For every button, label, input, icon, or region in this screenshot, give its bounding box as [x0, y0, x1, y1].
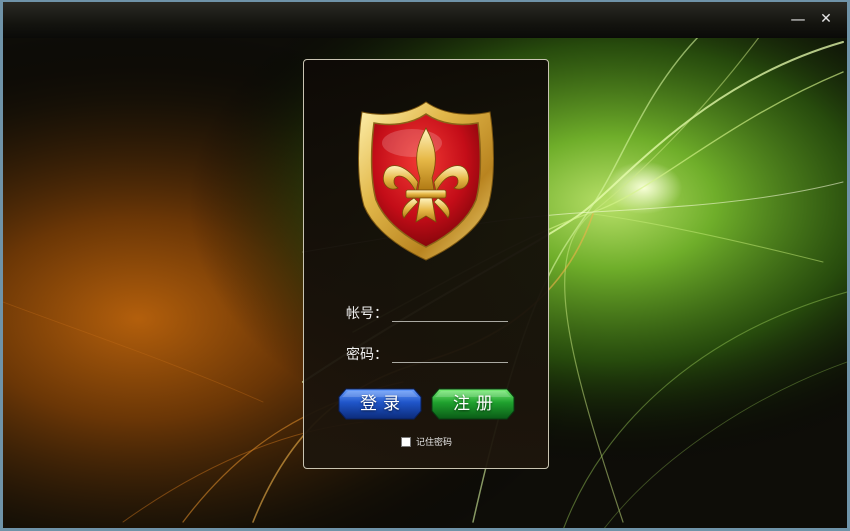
account-label: 帐号： — [346, 306, 388, 322]
login-button-label: 登录 — [360, 394, 406, 413]
title-bar: — ✕ — [3, 2, 847, 38]
account-input[interactable] — [392, 305, 508, 322]
register-button[interactable]: 注册 — [431, 388, 515, 420]
minimize-button[interactable]: — — [787, 9, 809, 29]
fleur-de-lis-shield-icon — [358, 101, 494, 261]
app-window: — ✕ 帐号： 密码： 登录 注册 记住密码 — [0, 0, 850, 531]
remember-label: 记住密码 — [416, 438, 453, 448]
password-input[interactable] — [392, 346, 508, 363]
login-panel: 帐号： 密码： 登录 注册 记住密码 — [303, 59, 549, 469]
register-button-label: 注册 — [453, 394, 499, 413]
remember-checkbox[interactable] — [401, 437, 411, 447]
password-label: 密码： — [346, 347, 388, 363]
close-button[interactable]: ✕ — [815, 9, 837, 29]
login-button[interactable]: 登录 — [338, 388, 422, 420]
